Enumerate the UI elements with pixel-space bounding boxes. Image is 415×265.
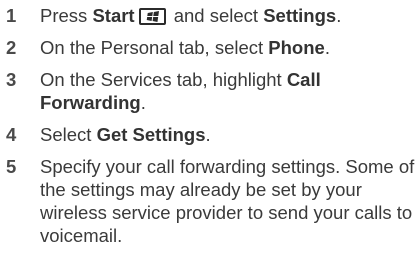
step-number: 1 xyxy=(6,5,17,26)
settings-label: Settings xyxy=(263,5,337,26)
step-2: 2 On the Personal tab, select Phone. xyxy=(6,36,415,59)
windows-start-key-icon xyxy=(138,8,166,25)
step-5: 5 Specify your call forwarding settings.… xyxy=(6,155,415,247)
instruction-steps: 1 Press Start and select Settings. 2 On … xyxy=(0,0,415,247)
step-number: 3 xyxy=(6,69,17,90)
step-text: On the Services tab, highlight Call Forw… xyxy=(40,69,321,113)
phone-label: Phone xyxy=(268,37,325,58)
step-4: 4 Select Get Settings. xyxy=(6,123,415,146)
step-text: Press Start and select Settings. xyxy=(40,5,342,26)
step-number: 2 xyxy=(6,37,17,58)
start-label: Start xyxy=(92,5,135,26)
step-1: 1 Press Start and select Settings. xyxy=(6,4,415,27)
step-text: Specify your call forwarding settings. S… xyxy=(40,156,415,246)
step-3: 3 On the Services tab, highlight Call Fo… xyxy=(6,68,415,114)
step-number: 4 xyxy=(6,124,17,145)
step-text: Select Get Settings. xyxy=(40,124,211,145)
step-text: On the Personal tab, select Phone. xyxy=(40,37,330,58)
get-settings-label: Get Settings xyxy=(96,124,206,145)
step-number: 5 xyxy=(6,156,17,177)
